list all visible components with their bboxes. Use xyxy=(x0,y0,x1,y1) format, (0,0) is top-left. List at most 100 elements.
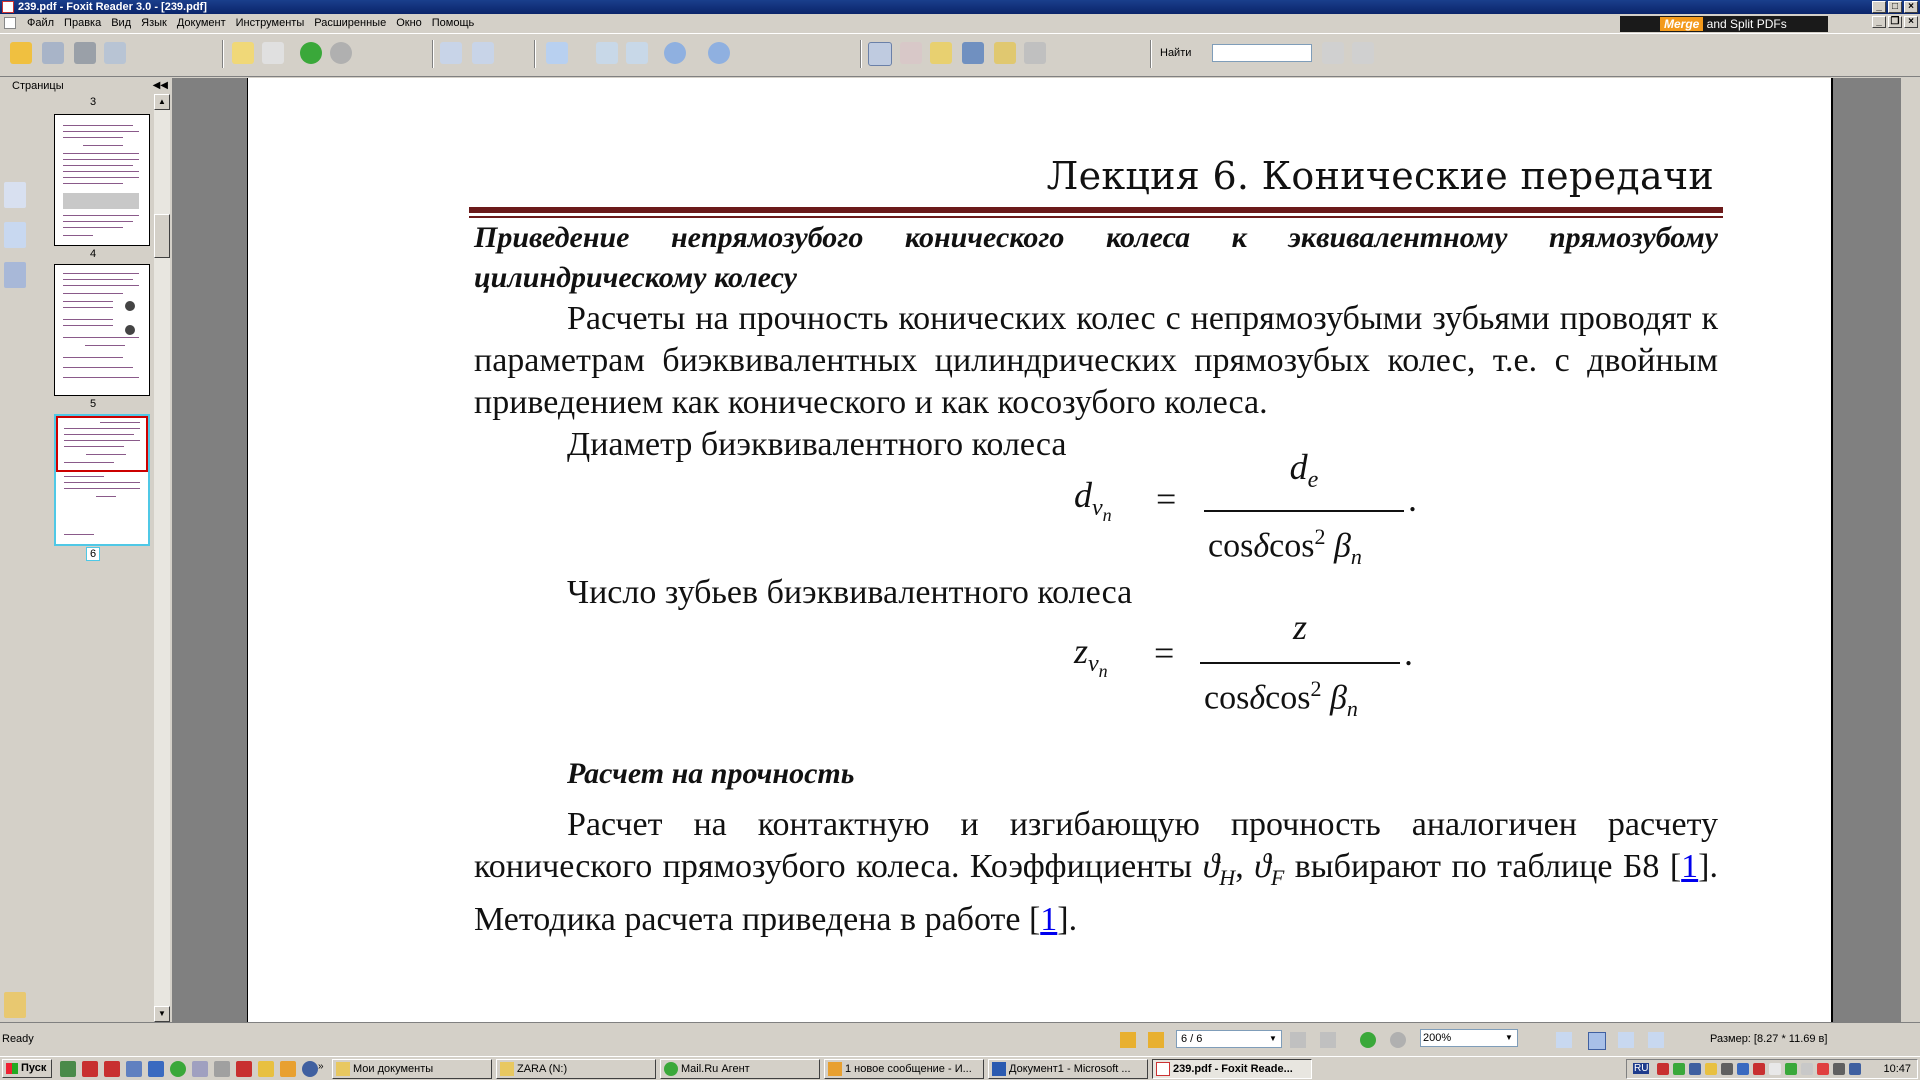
zoom-select[interactable]: 200% ▼ xyxy=(1420,1029,1518,1047)
network-icon[interactable] xyxy=(1849,1063,1861,1075)
doc-restore-button[interactable]: ❐ xyxy=(1888,16,1902,28)
scroll-down-arrow[interactable]: ▼ xyxy=(154,1006,170,1022)
reference-link[interactable]: 1 xyxy=(1681,848,1698,885)
page-thumbnail-6[interactable] xyxy=(54,414,150,546)
save-icon[interactable] xyxy=(42,42,64,64)
doc-close-button[interactable]: × xyxy=(1904,16,1918,28)
quicklaunch-icon[interactable] xyxy=(280,1061,296,1077)
quicklaunch-icon[interactable] xyxy=(126,1061,142,1077)
tray-icon[interactable] xyxy=(1785,1063,1797,1075)
taskbar-item[interactable]: ZARA (N:) xyxy=(496,1059,656,1079)
menu-file[interactable]: Файл xyxy=(22,14,59,32)
menu-view[interactable]: Вид xyxy=(106,14,136,32)
minimize-button[interactable]: _ xyxy=(1872,1,1886,13)
menu-advanced[interactable]: Расширенные xyxy=(309,14,391,32)
tray-icon[interactable] xyxy=(1817,1063,1829,1075)
pages-tab-icon[interactable] xyxy=(4,182,26,208)
fit-width-icon[interactable] xyxy=(626,42,648,64)
quicklaunch-icon[interactable] xyxy=(236,1061,252,1077)
open-folder-icon[interactable] xyxy=(10,42,32,64)
pointer-icon[interactable] xyxy=(930,42,952,64)
rotate-right-icon[interactable] xyxy=(472,42,494,64)
select-text-icon[interactable] xyxy=(900,42,922,64)
find-input[interactable] xyxy=(1212,44,1312,62)
page-number-field[interactable]: 6 / 6 ▼ xyxy=(1176,1030,1282,1048)
taskbar-item[interactable]: 1 новое сообщение - И... xyxy=(824,1059,984,1079)
last-page-icon[interactable] xyxy=(1320,1032,1336,1048)
quicklaunch-icon[interactable] xyxy=(148,1061,164,1077)
reference-link[interactable]: 1 xyxy=(1040,901,1057,938)
bookmarks-tab-icon[interactable] xyxy=(4,222,26,248)
zoom-out-icon[interactable] xyxy=(664,42,686,64)
foxit-app-icon[interactable] xyxy=(2,1,14,13)
pdf-page[interactable]: Лекция 6. Конические передачи Приведение… xyxy=(247,78,1833,1022)
page-thumbnail-4[interactable] xyxy=(54,114,150,246)
prev-view-icon[interactable] xyxy=(232,42,254,64)
tray-icon[interactable] xyxy=(1753,1063,1765,1075)
next-page-icon[interactable] xyxy=(1290,1032,1306,1048)
tray-icon[interactable] xyxy=(1737,1063,1749,1075)
quicklaunch-icon[interactable] xyxy=(302,1061,318,1077)
taskbar-item[interactable]: Mail.Ru Агент xyxy=(660,1059,820,1079)
start-button[interactable]: Пуск xyxy=(2,1059,52,1078)
scroll-up-arrow[interactable]: ▲ xyxy=(154,94,170,110)
thumbnails-scrollbar[interactable]: ▲ ▼ xyxy=(154,94,170,1022)
print-icon[interactable] xyxy=(74,42,96,64)
go-back-icon[interactable] xyxy=(1360,1032,1376,1048)
collapse-panel-icon[interactable]: ◀◀ xyxy=(153,78,168,94)
hand-tool-icon[interactable] xyxy=(868,42,892,66)
email-dropdown-icon[interactable] xyxy=(104,42,126,64)
scrollbar-thumb[interactable] xyxy=(154,214,170,258)
document-icon[interactable] xyxy=(4,17,16,29)
zoom-in-tool-icon[interactable] xyxy=(546,42,568,64)
quicklaunch-icon[interactable] xyxy=(214,1061,230,1077)
tray-icon[interactable] xyxy=(1769,1063,1781,1075)
go-back-icon[interactable] xyxy=(300,42,322,64)
find-previous-icon[interactable] xyxy=(1322,42,1344,64)
quicklaunch-icon[interactable] xyxy=(192,1061,208,1077)
facing-view-icon[interactable] xyxy=(1618,1032,1634,1048)
visible-area-indicator[interactable] xyxy=(56,416,148,472)
continuous-view-icon[interactable] xyxy=(1588,1032,1606,1050)
fit-page-icon[interactable] xyxy=(596,42,618,64)
go-forward-icon[interactable] xyxy=(330,42,352,64)
tray-icon[interactable] xyxy=(1801,1063,1813,1075)
previous-page-icon[interactable] xyxy=(1148,1032,1164,1048)
taskbar-item[interactable]: Мои документы xyxy=(332,1059,492,1079)
next-view-icon[interactable] xyxy=(262,42,284,64)
quicklaunch-icon[interactable] xyxy=(104,1061,120,1077)
menu-help[interactable]: Помощь xyxy=(427,14,480,32)
first-page-icon[interactable] xyxy=(1120,1032,1136,1048)
menu-document[interactable]: Документ xyxy=(172,14,231,32)
maximize-button[interactable]: □ xyxy=(1888,1,1902,13)
page-label[interactable]: 3 xyxy=(32,96,154,108)
merge-split-banner[interactable]: Merge and Split PDFs xyxy=(1620,16,1828,32)
quicklaunch-icon[interactable] xyxy=(82,1061,98,1077)
snapshot-icon[interactable] xyxy=(1024,42,1046,64)
document-viewport[interactable]: Лекция 6. Конические передачи Приведение… xyxy=(173,78,1901,1022)
rotate-left-icon[interactable] xyxy=(440,42,462,64)
continuous-facing-view-icon[interactable] xyxy=(1648,1032,1664,1048)
single-page-view-icon[interactable] xyxy=(1556,1032,1572,1048)
typewriter-icon[interactable] xyxy=(994,42,1016,64)
find-next-icon[interactable] xyxy=(1352,42,1374,64)
quicklaunch-icon[interactable] xyxy=(258,1061,274,1077)
page-label[interactable]: 4 xyxy=(32,248,154,260)
layers-tab-icon[interactable] xyxy=(4,262,26,288)
menu-window[interactable]: Окно xyxy=(391,14,427,32)
page-thumbnail-5[interactable] xyxy=(54,264,150,396)
taskbar-item[interactable]: Документ1 - Microsoft ... xyxy=(988,1059,1148,1079)
taskbar-item-active[interactable]: 239.pdf - Foxit Reade... xyxy=(1152,1059,1312,1079)
quicklaunch-icon[interactable] xyxy=(170,1061,186,1077)
language-indicator[interactable]: RU xyxy=(1633,1063,1650,1074)
volume-icon[interactable] xyxy=(1833,1063,1845,1075)
close-button[interactable]: × xyxy=(1904,1,1918,13)
page-label[interactable]: 5 xyxy=(32,398,154,410)
attachments-tab-icon[interactable] xyxy=(4,992,26,1018)
quicklaunch-icon[interactable] xyxy=(60,1061,76,1077)
tray-icon[interactable] xyxy=(1705,1063,1717,1075)
binoculars-icon[interactable] xyxy=(962,42,984,64)
tray-icon[interactable] xyxy=(1673,1063,1685,1075)
doc-minimize-button[interactable]: _ xyxy=(1872,16,1886,28)
page-label-current[interactable]: 6 xyxy=(32,547,154,561)
